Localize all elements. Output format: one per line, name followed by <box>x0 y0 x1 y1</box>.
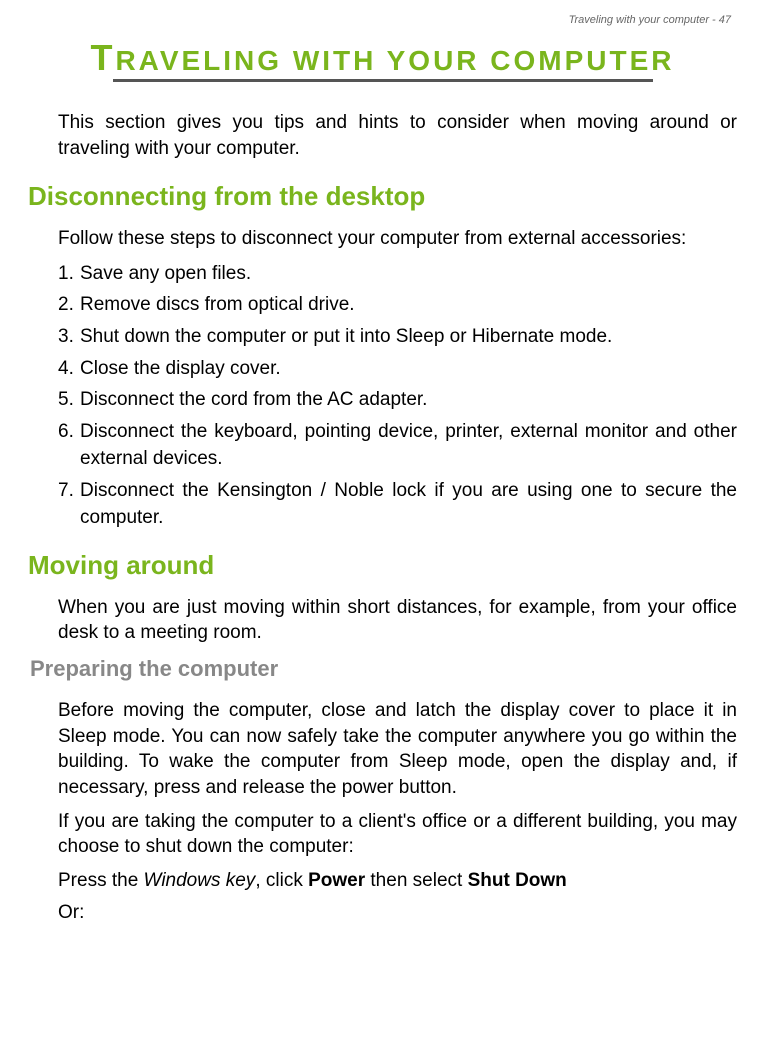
list-text: Close the display cover. <box>80 355 737 383</box>
power-text: Power <box>308 870 365 891</box>
instr-prefix: Press the <box>58 870 144 891</box>
list-text: Shut down the computer or put it into Sl… <box>80 323 737 351</box>
section2-lead: When you are just moving within short di… <box>58 595 737 646</box>
list-item: 7.Disconnect the Kensington / Noble lock… <box>58 477 737 532</box>
title-bigletter: T <box>90 37 115 78</box>
shutdown-instruction: Press the Windows key, click Power then … <box>58 868 737 894</box>
steps-list: 1.Save any open files. 2.Remove discs fr… <box>58 260 737 532</box>
list-item: 1.Save any open files. <box>58 260 737 288</box>
list-item: 4.Close the display cover. <box>58 355 737 383</box>
instr-mid2: then select <box>365 870 467 891</box>
list-number: 7. <box>58 477 80 532</box>
section-heading-disconnecting: Disconnecting from the desktop <box>28 181 737 212</box>
list-item: 5.Disconnect the cord from the AC adapte… <box>58 386 737 414</box>
preparing-p2: If you are taking the computer to a clie… <box>58 809 737 860</box>
title-divider <box>113 79 653 82</box>
list-number: 1. <box>58 260 80 288</box>
windows-key-text: Windows key <box>144 870 256 891</box>
instr-mid: , click <box>255 870 308 891</box>
list-text: Disconnect the keyboard, pointing device… <box>80 418 737 473</box>
preparing-p1: Before moving the computer, close and la… <box>58 698 737 801</box>
list-number: 6. <box>58 418 80 473</box>
or-text: Or: <box>58 900 737 926</box>
list-number: 2. <box>58 291 80 319</box>
list-text: Disconnect the Kensington / Noble lock i… <box>80 477 737 532</box>
list-number: 3. <box>58 323 80 351</box>
running-header: Traveling with your computer - 47 <box>28 0 737 36</box>
list-item: 6.Disconnect the keyboard, pointing devi… <box>58 418 737 473</box>
list-text: Save any open files. <box>80 260 737 288</box>
page-title: TRAVELING WITH YOUR COMPUTER <box>28 36 737 79</box>
section1-lead: Follow these steps to disconnect your co… <box>58 226 737 252</box>
list-text: Disconnect the cord from the AC adapter. <box>80 386 737 414</box>
title-rest: RAVELING WITH YOUR COMPUTER <box>115 45 674 76</box>
intro-paragraph: This section gives you tips and hints to… <box>58 110 737 161</box>
subsection-heading-preparing: Preparing the computer <box>30 656 737 682</box>
list-number: 5. <box>58 386 80 414</box>
list-text: Remove discs from optical drive. <box>80 291 737 319</box>
list-number: 4. <box>58 355 80 383</box>
list-item: 3.Shut down the computer or put it into … <box>58 323 737 351</box>
list-item: 2.Remove discs from optical drive. <box>58 291 737 319</box>
shutdown-text: Shut Down <box>468 870 567 891</box>
section-heading-moving: Moving around <box>28 550 737 581</box>
